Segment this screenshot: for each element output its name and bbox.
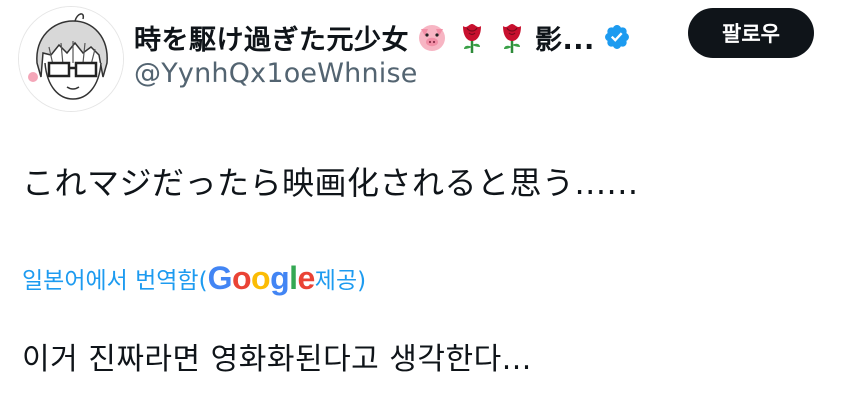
avatar-illustration bbox=[19, 7, 123, 111]
google-logo: Google bbox=[207, 259, 316, 297]
user-name-row[interactable]: 時を駆け過ぎた元少女 影... bbox=[134, 14, 631, 60]
translation-attribution[interactable]: 일본어에서 번역함( Google 제공) bbox=[22, 258, 366, 298]
pig-face-icon bbox=[415, 20, 449, 54]
translation-label-prefix[interactable]: 일본어에서 번역함( bbox=[22, 261, 208, 295]
translated-text: 이거 진짜라면 영화화된다고 생각한다... bbox=[22, 342, 532, 377]
avatar[interactable] bbox=[18, 6, 124, 112]
google-logo-letter: l bbox=[289, 259, 298, 296]
display-name-suffix[interactable]: 影... bbox=[535, 18, 595, 57]
google-logo-letter: e bbox=[297, 259, 316, 296]
google-logo-letter: G bbox=[207, 259, 233, 296]
display-name[interactable]: 時を駆け過ぎた元少女 bbox=[134, 18, 409, 57]
user-handle[interactable]: @YynhQx1oeWhnise bbox=[134, 58, 418, 89]
google-logo-letter: o bbox=[231, 259, 252, 296]
rose-icon bbox=[455, 20, 489, 54]
verified-badge-icon bbox=[603, 23, 631, 51]
translation-label-suffix[interactable]: 제공) bbox=[315, 261, 366, 295]
rose-icon bbox=[495, 20, 529, 54]
google-logo-letter: o bbox=[251, 259, 271, 296]
follow-button[interactable]: 팔로우 bbox=[688, 8, 814, 58]
google-logo-letter: g bbox=[270, 259, 290, 296]
tweet-text: これマジだったら映画化されると思う...... bbox=[22, 164, 639, 202]
